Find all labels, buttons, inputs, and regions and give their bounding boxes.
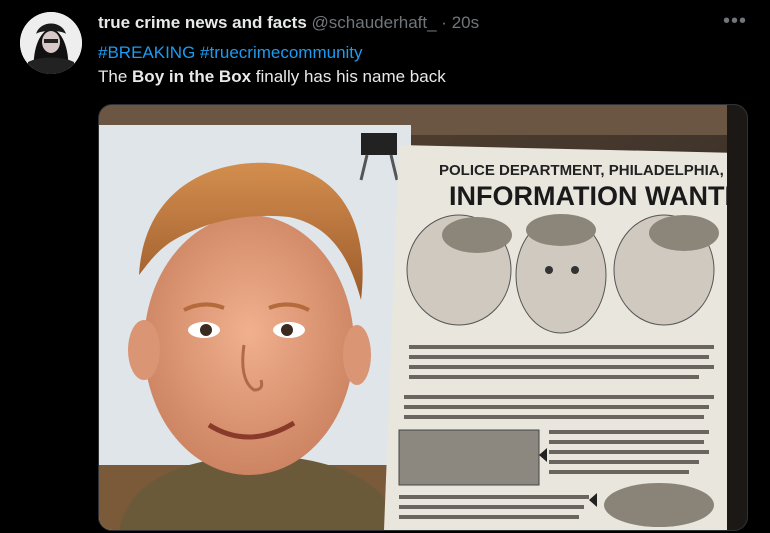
- separator: ·: [441, 13, 447, 32]
- poster-title: INFORMATION WANTED: [449, 181, 747, 211]
- hashtag-line: #BREAKING #truecrimecommunity: [98, 41, 446, 65]
- avatar[interactable]: [20, 12, 82, 74]
- author-name[interactable]: true crime news and facts: [98, 13, 307, 32]
- tweet-media[interactable]: POLICE DEPARTMENT, PHILADELPHIA, PA. INF…: [98, 104, 748, 531]
- avatar-image: [20, 12, 82, 74]
- tweet-header: true crime news and facts @schauderhaft_…: [98, 12, 479, 34]
- hashtag-truecrimecommunity[interactable]: #truecrimecommunity: [200, 43, 363, 62]
- tweet[interactable]: true crime news and facts @schauderhaft_…: [0, 0, 770, 533]
- hashtag-breaking[interactable]: #BREAKING: [98, 43, 195, 62]
- text-after: finally has his name back: [251, 67, 446, 86]
- tweet-text: #BREAKING #truecrimecommunity The Boy in…: [98, 41, 446, 89]
- media-image: POLICE DEPARTMENT, PHILADELPHIA, PA. INF…: [99, 105, 747, 530]
- text-bold: Boy in the Box: [132, 67, 252, 86]
- more-horizontal-icon[interactable]: •••: [718, 8, 752, 38]
- author-handle[interactable]: @schauderhaft_: [312, 13, 437, 32]
- tweet-body: The Boy in the Box finally has his name …: [98, 65, 446, 89]
- timestamp[interactable]: 20s: [452, 13, 479, 32]
- text-before: The: [98, 67, 133, 86]
- poster-header: POLICE DEPARTMENT, PHILADELPHIA, PA.: [439, 162, 747, 179]
